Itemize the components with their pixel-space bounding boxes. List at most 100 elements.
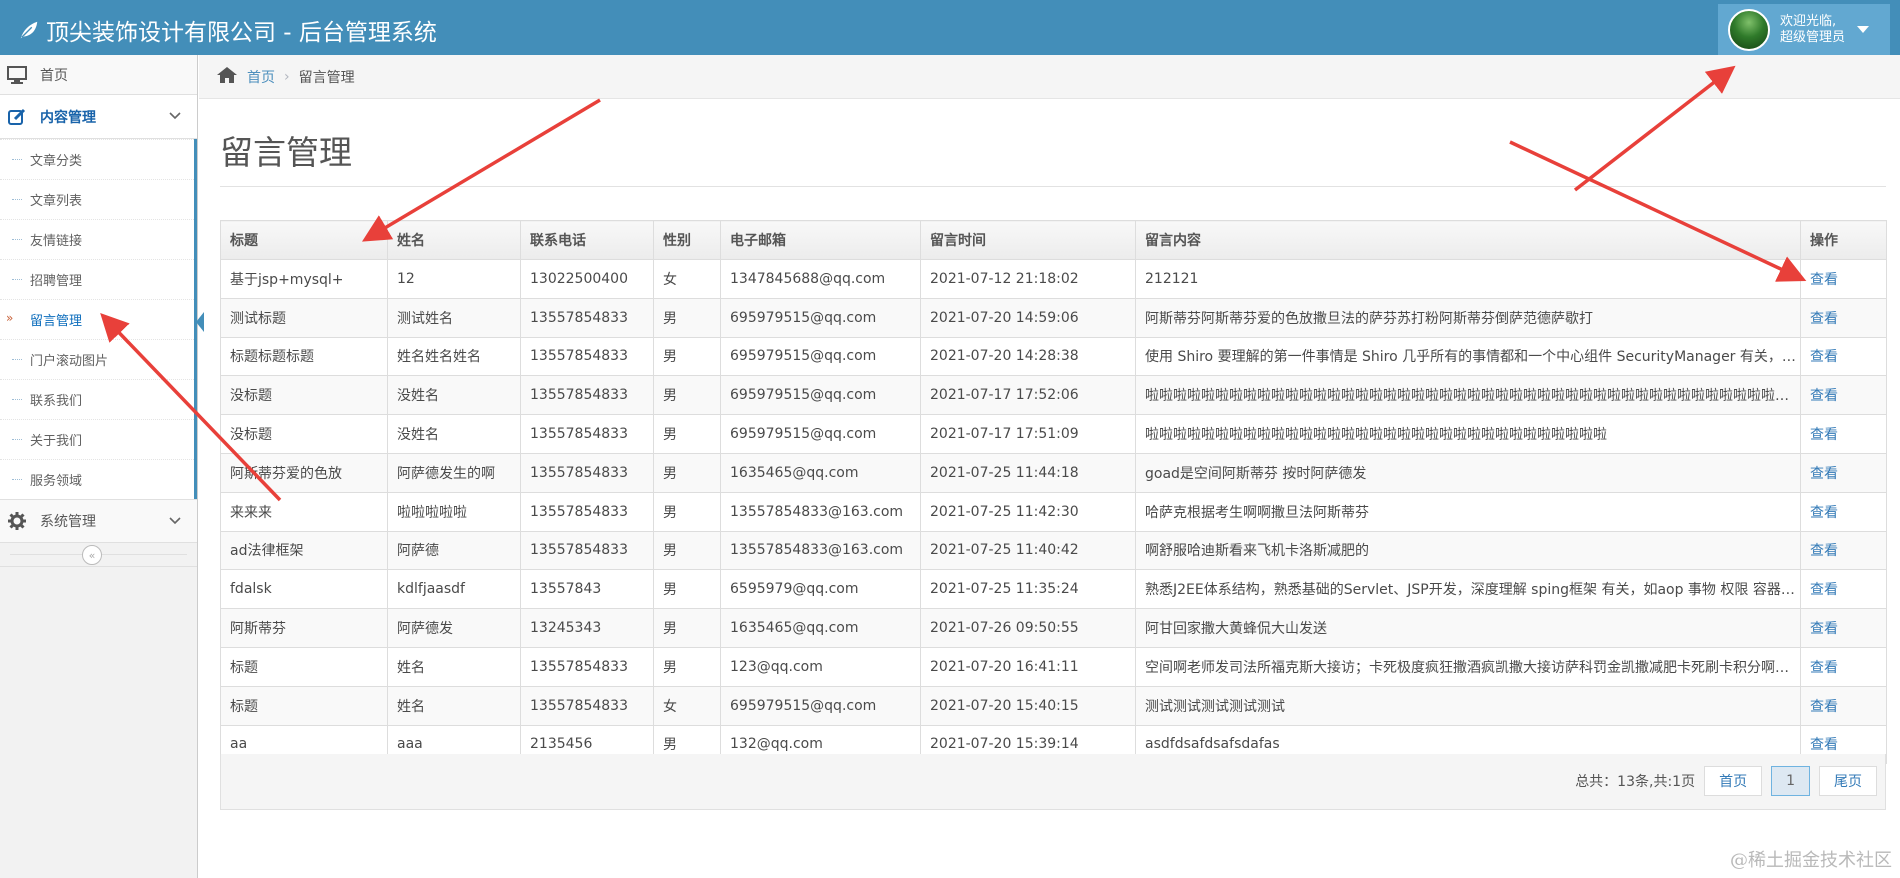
sidebar-item-article-category[interactable]: 文章分类 [0, 139, 194, 179]
column-header: 性别 [653, 220, 721, 260]
table-cell: 13557854833 [520, 685, 654, 726]
table-cell: 男 [653, 336, 721, 377]
table-cell: 1635465@qq.com [720, 608, 921, 648]
pagination: 总共：13条,共:1页 首页 1 尾页 [220, 754, 1886, 810]
table-row: 没标题 没姓名 13557854833 男 695979515@qq.com 2021-0… [220, 414, 1887, 454]
view-link[interactable]: 查看 [1810, 621, 1838, 637]
sidebar-item-friend-links[interactable]: 友情链接 [0, 219, 194, 259]
table-cell: 695979515@qq.com [720, 414, 921, 454]
sidebar-group-system[interactable]: 系统管理 [0, 499, 197, 543]
column-header: 留言时间 [920, 220, 1136, 260]
desktop-icon [6, 65, 28, 84]
sidebar-item-about[interactable]: 关于我们 [0, 419, 194, 459]
table-cell: 695979515@qq.com [720, 685, 921, 726]
column-header: 操作 [1800, 220, 1887, 260]
table-cell: 测试姓名 [387, 297, 521, 338]
view-link[interactable]: 查看 [1810, 466, 1838, 482]
brand[interactable]: 顶尖装饰设计有限公司 - 后台管理系统 [18, 13, 437, 47]
table-cell: 男 [653, 530, 721, 571]
table-cell: 女 [653, 259, 721, 299]
table-cell: 13557854833 [520, 297, 654, 338]
table-cell: 男 [653, 491, 721, 532]
table-cell: 女 [653, 685, 721, 726]
welcome-line1: 欢迎光临, [1780, 13, 1837, 29]
view-cell: 查看 [1800, 646, 1887, 687]
sidebar: 首页 内容管理 文章分类 文章列表 友情链接 招聘管理 » 留言管理 门户滚动图… [0, 55, 204, 878]
sidebar-item-banner-images[interactable]: 门户滚动图片 [0, 339, 194, 379]
table-cell: 啦啦啦啦啦 [387, 491, 521, 532]
sidebar-item-messages[interactable]: » 留言管理 [0, 299, 204, 339]
table-row: fdalsk kdlfjaasdf 13557843 男 6595979@qq.com 2… [220, 569, 1887, 610]
table-cell: 13022500400 [520, 259, 654, 299]
view-cell: 查看 [1800, 608, 1887, 648]
table-cell: 2021-07-25 11:35:24 [920, 569, 1136, 610]
chevron-down-icon [169, 514, 181, 530]
view-cell: 查看 [1800, 491, 1887, 532]
table-row: 标题 姓名 13557854833 男 123@qq.com 2021-07-20 16:… [220, 646, 1887, 687]
view-link[interactable]: 查看 [1810, 427, 1838, 443]
table-cell: 测试测试测试测试测试 [1135, 685, 1801, 726]
column-header: 电子邮箱 [720, 220, 921, 260]
breadcrumb-home-link[interactable]: 首页 [247, 67, 275, 87]
view-link[interactable]: 查看 [1810, 349, 1838, 365]
table-cell: 阿萨德发生的啊 [387, 452, 521, 493]
view-link[interactable]: 查看 [1810, 660, 1838, 676]
view-link[interactable]: 查看 [1810, 737, 1838, 753]
view-link[interactable]: 查看 [1810, 311, 1838, 327]
top-navbar: 顶尖装饰设计有限公司 - 后台管理系统 欢迎光临, 超级管理员 [0, 0, 1900, 55]
breadcrumb: 首页 › 留言管理 [199, 55, 1900, 99]
user-menu[interactable]: 欢迎光临, 超级管理员 [1718, 4, 1890, 55]
sidebar-item-recruitment[interactable]: 招聘管理 [0, 259, 194, 299]
table-cell: 男 [653, 452, 721, 493]
table-cell: fdalsk [220, 569, 388, 610]
table-cell: 男 [653, 375, 721, 416]
current-page-button[interactable]: 1 [1771, 766, 1810, 796]
sidebar-item-article-list[interactable]: 文章列表 [0, 179, 194, 219]
first-page-button[interactable]: 首页 [1704, 766, 1763, 796]
table-cell: 12 [387, 259, 521, 299]
table-cell: 阿萨德 [387, 530, 521, 571]
sidebar-item-label: 门户滚动图片 [30, 354, 109, 369]
view-link[interactable]: 查看 [1810, 699, 1838, 715]
sidebar-item-home[interactable]: 首页 [0, 55, 197, 95]
last-page-button[interactable]: 尾页 [1819, 766, 1877, 796]
table-row: ad法律框架 阿萨德 13557854833 男 13557854833@163.com… [220, 530, 1887, 571]
view-link[interactable]: 查看 [1810, 543, 1838, 559]
table-row: 阿斯蒂芬 阿萨德发 13245343 男 1635465@qq.com 2021-07-2… [220, 608, 1887, 648]
table-cell: 13557854833 [520, 336, 654, 377]
view-cell: 查看 [1800, 297, 1887, 338]
table-cell: 2021-07-12 21:18:02 [920, 259, 1136, 299]
table-cell: 没标题 [220, 414, 388, 454]
table-cell: 男 [653, 297, 721, 338]
sidebar-item-services[interactable]: 服务领域 [0, 459, 194, 499]
sidebar-item-contact[interactable]: 联系我们 [0, 379, 194, 419]
table-cell: 695979515@qq.com [720, 336, 921, 377]
table-cell: 2021-07-20 16:41:11 [920, 646, 1136, 687]
view-link[interactable]: 查看 [1810, 388, 1838, 404]
sidebar-group-label: 内容管理 [40, 109, 96, 126]
table-row: 测试标题 测试姓名 13557854833 男 695979515@qq.com 2021… [220, 297, 1887, 338]
table-cell: 没姓名 [387, 414, 521, 454]
view-cell: 查看 [1800, 414, 1887, 454]
table-cell: 2021-07-17 17:52:06 [920, 375, 1136, 416]
table-cell: 13557854833@163.com [720, 530, 921, 571]
view-link[interactable]: 查看 [1810, 582, 1838, 598]
table-row: 标题 姓名 13557854833 女 695979515@qq.com 2021-07-… [220, 685, 1887, 726]
table-cell: 6595979@qq.com [720, 569, 921, 610]
chevron-down-icon [169, 109, 181, 125]
table-cell: 基于jsp+mysql+ [220, 259, 388, 299]
breadcrumb-current: 留言管理 [298, 69, 355, 86]
caret-down-icon [1857, 26, 1870, 33]
table-cell: 阿萨德发 [387, 608, 521, 648]
view-cell: 查看 [1800, 375, 1887, 416]
table-cell: 13245343 [520, 608, 654, 648]
sidebar-group-content[interactable]: 内容管理 [0, 95, 197, 139]
view-link[interactable]: 查看 [1810, 505, 1838, 521]
collapse-icon[interactable]: « [82, 545, 102, 565]
view-link[interactable]: 查看 [1810, 272, 1838, 288]
table-header-row: 标题 姓名 联系电话 性别 电子邮箱 留言时间 留言内容 操作 [220, 220, 1887, 260]
table-cell: 13557843 [520, 569, 654, 610]
leaf-icon [20, 21, 38, 39]
messages-table: 标题 姓名 联系电话 性别 电子邮箱 留言时间 留言内容 操作 基于jsp+mysql+ 12 1… [220, 220, 1887, 765]
edit-icon [6, 108, 28, 126]
